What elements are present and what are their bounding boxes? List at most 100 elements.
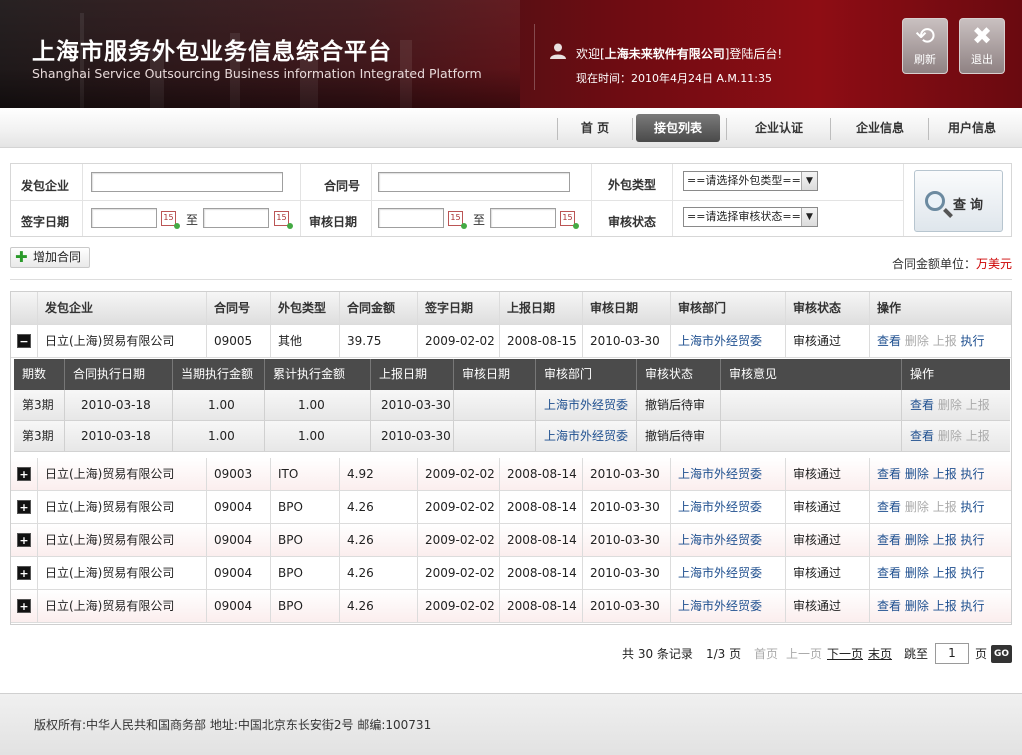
header-toggle [11,292,38,324]
current-amount-cell: 1.00 [173,421,265,451]
report-link[interactable]: 上报 [933,566,957,580]
amount-cell: 4.26 [340,557,418,589]
nav-item-contract-list[interactable]: 接包列表 [636,114,720,142]
outsource-type-select[interactable]: ==请选择外包类型== ▼ [683,171,818,191]
dept-link[interactable]: 上海市外经贸委 [536,421,637,451]
subtable-header: 期数 合同执行日期 当期执行金额 累计执行金额 上报日期 审核日期 审核部门 审… [14,359,1010,390]
report-date-cell: 2010-03-30 [371,421,454,451]
go-button[interactable]: GO [991,645,1012,663]
dept-link[interactable]: 上海市外经贸委 [671,524,786,556]
refresh-button[interactable]: ⟲ 刷新 [902,18,948,74]
view-link[interactable]: 查看 [877,500,901,514]
dept-link[interactable]: 上海市外经贸委 [671,557,786,589]
amount-cell: 4.26 [340,491,418,523]
view-link[interactable]: 查看 [910,429,934,443]
contract-no-cell: 09004 [207,590,271,622]
execute-link[interactable]: 执行 [961,500,985,514]
execute-link[interactable]: 执行 [961,334,985,348]
report-link[interactable]: 上报 [933,599,957,613]
calendar-icon[interactable]: 15 [161,211,180,229]
prev-page-link[interactable]: 上一页 [786,645,822,662]
review-date-cell: 2010-03-30 [583,325,671,357]
company-name: 上海未来软件有限公司 [604,47,725,61]
nav-item-company-info[interactable]: 企业信息 [836,114,924,142]
review-date-to-input[interactable] [490,208,556,228]
last-page-link[interactable]: 末页 [868,645,892,662]
grid-line [11,200,903,201]
nav-item-user-info[interactable]: 用户信息 [934,114,1010,142]
outsource-type-value: ==请选择外包类型== [687,174,801,187]
type-cell: BPO [271,524,340,556]
execute-link[interactable]: 执行 [961,566,985,580]
view-link[interactable]: 查看 [877,533,901,547]
contract-no-cell: 09005 [207,325,271,357]
company-input[interactable] [91,172,283,192]
company-cell: 日立(上海)贸易有限公司 [38,325,207,357]
expand-icon[interactable]: + [17,599,31,613]
review-date-cell: 2010-03-30 [583,557,671,589]
chevron-down-icon: ▼ [801,172,817,190]
add-contract-button[interactable]: ✚ 增加合同 [10,247,90,268]
execute-link[interactable]: 执行 [961,599,985,613]
expand-icon[interactable]: + [17,467,31,481]
sign-date-to-input[interactable] [203,208,269,228]
dept-link[interactable]: 上海市外经贸委 [671,325,786,357]
logout-button[interactable]: ✖ 退出 [959,18,1005,74]
status-cell: 审核通过 [786,524,870,556]
calendar-icon[interactable]: 15 [560,211,579,229]
add-contract-label: 增加合同 [33,250,82,264]
page-indicator: 1/3 页 [706,647,742,661]
view-link[interactable]: 查看 [910,398,934,412]
contract-no-cell: 09004 [207,524,271,556]
collapse-icon[interactable]: − [17,334,31,348]
delete-link[interactable]: 删除 [905,566,929,580]
contract-table: 发包企业 合同号 外包类型 合同金额 签字日期 上报日期 审核日期 审核部门 审… [10,291,1012,625]
sub-header-cell: 审核部门 [536,359,637,390]
plus-icon: ✚ [15,248,28,266]
amount-unit-label: 合同金额单位： [891,257,976,271]
report-link[interactable]: 上报 [933,467,957,481]
sign-date-cell: 2009-02-02 [418,325,500,357]
sub-header-cell: 审核日期 [454,359,536,390]
dept-link[interactable]: 上海市外经贸委 [671,491,786,523]
welcome-prefix: 欢迎[ [576,47,605,61]
dept-link[interactable]: 上海市外经贸委 [536,390,637,420]
expand-icon[interactable]: + [17,533,31,547]
execute-link[interactable]: 执行 [961,467,985,481]
actions-cell: 查看 删除 上报 执行 [870,491,1011,523]
review-status-value: ==请选择审核状态== [687,210,801,223]
contract-no-cell: 09004 [207,491,271,523]
dept-link[interactable]: 上海市外经贸委 [671,590,786,622]
dept-link[interactable]: 上海市外经贸委 [671,458,786,490]
contract-no-input[interactable] [378,172,570,192]
review-date-from-input[interactable] [378,208,444,228]
amount-cell: 4.26 [340,524,418,556]
delete-link: 删除 [937,429,962,443]
nav-item-certification[interactable]: 企业认证 [732,114,826,142]
view-link[interactable]: 查看 [877,566,901,580]
site-title: 上海市服务外包业务信息综合平台 [32,39,392,65]
first-page-link[interactable]: 首页 [754,645,778,662]
delete-link: 删除 [904,500,929,514]
expand-icon[interactable]: + [17,500,31,514]
table-row: + 日立(上海)贸易有限公司 09004 BPO 4.26 2009-02-02 2008-… [11,491,1011,524]
view-link[interactable]: 查看 [877,334,901,348]
page-jump-input[interactable]: 1 [935,643,969,664]
calendar-icon[interactable]: 15 [448,211,467,229]
review-status-select[interactable]: ==请选择审核状态== ▼ [683,207,818,227]
delete-link[interactable]: 删除 [905,533,929,547]
search-button[interactable]: 查询 [914,170,1003,232]
calendar-icon[interactable]: 15 [274,211,293,229]
sub-header-cell: 上报日期 [371,359,454,390]
delete-link[interactable]: 删除 [905,467,929,481]
nav-item-home[interactable]: 首 页 [562,114,628,142]
expand-icon[interactable]: + [17,566,31,580]
sign-date-from-input[interactable] [91,208,157,228]
next-page-link[interactable]: 下一页 [827,645,863,662]
search-icon [925,191,945,211]
view-link[interactable]: 查看 [877,599,901,613]
execute-link[interactable]: 执行 [961,533,985,547]
report-link[interactable]: 上报 [933,533,957,547]
view-link[interactable]: 查看 [877,467,901,481]
delete-link[interactable]: 删除 [905,599,929,613]
